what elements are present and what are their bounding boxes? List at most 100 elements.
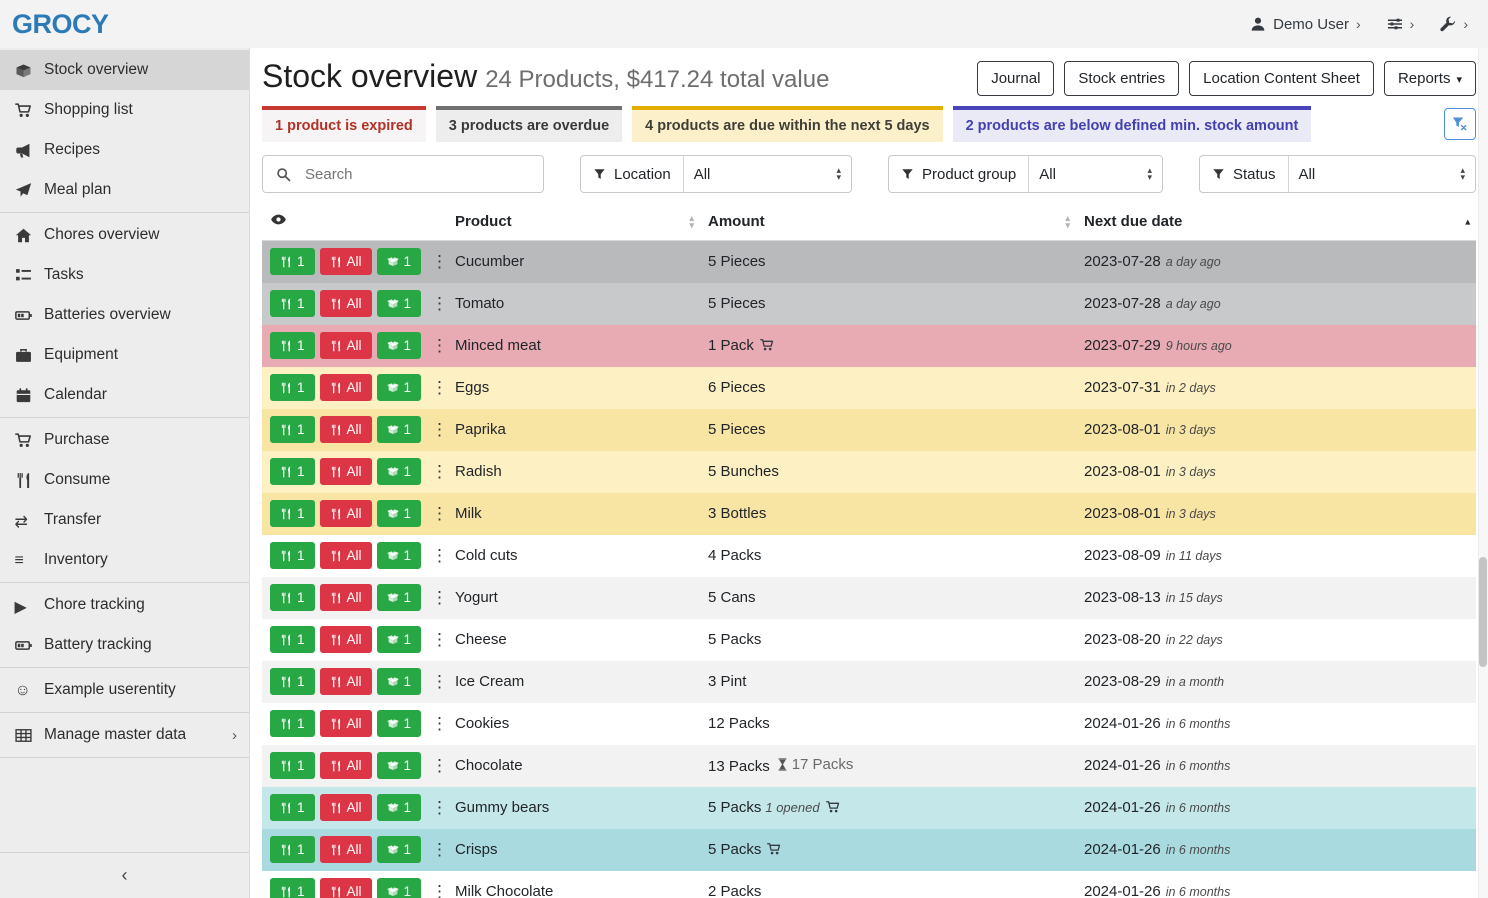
sidebar-item-calendar[interactable]: Calendar [0,375,249,415]
status-select[interactable]: All ▴▾ [1289,156,1475,192]
open-one-button[interactable]: 1 [377,584,422,611]
open-one-button[interactable]: 1 [377,626,422,653]
consume-all-button[interactable]: All [320,458,372,485]
clear-filters-button[interactable] [1444,108,1476,140]
scrollbar-track[interactable] [1478,48,1488,898]
consume-one-button[interactable]: 1 [270,458,315,485]
open-one-button[interactable]: 1 [377,458,422,485]
consume-all-button[interactable]: All [320,290,372,317]
search-input[interactable] [303,166,543,183]
sidebar-item-example-userentity[interactable]: ☺Example userentity [0,670,249,710]
open-one-button[interactable]: 1 [377,416,422,443]
eye-icon[interactable] [270,211,287,228]
open-one-button[interactable]: 1 [377,332,422,359]
sidebar-item-manage-master-data[interactable]: Manage master data› [0,715,249,755]
product-name[interactable]: Crisps [447,829,700,871]
row-menu-button[interactable]: ⋮ [426,631,453,648]
row-menu-button[interactable]: ⋮ [426,295,453,312]
status-banner-due-soon[interactable]: 4 products are due within the next 5 day… [632,106,942,142]
consume-all-button[interactable]: All [320,752,372,779]
row-menu-button[interactable]: ⋮ [426,337,453,354]
consume-all-button[interactable]: All [320,248,372,275]
row-menu-button[interactable]: ⋮ [426,757,453,774]
column-header-product[interactable]: Product ▴▾ [447,203,700,241]
reports-dropdown[interactable]: Reports▾ [1384,61,1476,96]
sidebar-item-tasks[interactable]: Tasks [0,255,249,295]
consume-all-button[interactable]: All [320,542,372,569]
row-menu-button[interactable]: ⋮ [426,673,453,690]
row-menu-button[interactable]: ⋮ [426,841,453,858]
column-header-next-due-date[interactable]: Next due date ▴ [1076,203,1476,241]
sidebar-item-stock-overview[interactable]: Stock overview [0,50,249,90]
sidebar-item-battery-tracking[interactable]: Battery tracking [0,625,249,665]
sidebar-item-batteries-overview[interactable]: Batteries overview [0,295,249,335]
product-name[interactable]: Cookies [447,703,700,745]
consume-one-button[interactable]: 1 [270,500,315,527]
product-group-select[interactable]: All ▴▾ [1029,156,1162,192]
consume-all-button[interactable]: All [320,500,372,527]
location-content-sheet-button[interactable]: Location Content Sheet [1189,61,1374,96]
product-name[interactable]: Minced meat [447,325,700,367]
consume-all-button[interactable]: All [320,332,372,359]
consume-all-button[interactable]: All [320,878,372,898]
open-one-button[interactable]: 1 [377,836,422,863]
product-name[interactable]: Milk [447,493,700,535]
consume-all-button[interactable]: All [320,668,372,695]
consume-all-button[interactable]: All [320,710,372,737]
sidebar-item-transfer[interactable]: ⇄Transfer [0,500,249,540]
open-one-button[interactable]: 1 [377,878,422,898]
status-banner-overdue[interactable]: 3 products are overdue [436,106,622,142]
product-name[interactable]: Chocolate [447,745,700,787]
product-name[interactable]: Cucumber [447,241,700,283]
product-name[interactable]: Gummy bears [447,787,700,829]
product-name[interactable]: Paprika [447,409,700,451]
open-one-button[interactable]: 1 [377,542,422,569]
consume-all-button[interactable]: All [320,416,372,443]
product-name[interactable]: Ice Cream [447,661,700,703]
row-menu-button[interactable]: ⋮ [426,715,453,732]
consume-one-button[interactable]: 1 [270,878,315,898]
column-header-amount[interactable]: Amount ▴▾ [700,203,1076,241]
consume-one-button[interactable]: 1 [270,542,315,569]
sidebar-item-purchase[interactable]: Purchase [0,420,249,460]
consume-all-button[interactable]: All [320,374,372,401]
open-one-button[interactable]: 1 [377,794,422,821]
journal-button[interactable]: Journal [977,61,1054,96]
product-name[interactable]: Cold cuts [447,535,700,577]
sidebar-item-meal-plan[interactable]: Meal plan [0,170,249,210]
consume-all-button[interactable]: All [320,584,372,611]
row-menu-button[interactable]: ⋮ [426,463,453,480]
row-menu-button[interactable]: ⋮ [426,547,453,564]
sidebar-item-consume[interactable]: Consume [0,460,249,500]
row-menu-button[interactable]: ⋮ [426,421,453,438]
sidebar-item-equipment[interactable]: Equipment [0,335,249,375]
product-name[interactable]: Milk Chocolate [447,871,700,898]
consume-one-button[interactable]: 1 [270,836,315,863]
consume-one-button[interactable]: 1 [270,794,315,821]
product-name[interactable]: Radish [447,451,700,493]
location-select[interactable]: All ▴▾ [684,156,851,192]
consume-one-button[interactable]: 1 [270,374,315,401]
open-one-button[interactable]: 1 [377,500,422,527]
sidebar-item-shopping-list[interactable]: Shopping list [0,90,249,130]
sidebar-item-chore-tracking[interactable]: ▶Chore tracking [0,585,249,625]
row-menu-button[interactable]: ⋮ [426,379,453,396]
product-name[interactable]: Yogurt [447,577,700,619]
open-one-button[interactable]: 1 [377,752,422,779]
grocy-logo[interactable]: GROCY [12,9,109,40]
row-menu-button[interactable]: ⋮ [426,505,453,522]
status-banner-below-min[interactable]: 2 products are below defined min. stock … [953,106,1312,142]
sidebar-collapse-button[interactable]: ‹ [0,852,249,898]
open-one-button[interactable]: 1 [377,248,422,275]
consume-one-button[interactable]: 1 [270,668,315,695]
consume-all-button[interactable]: All [320,626,372,653]
open-one-button[interactable]: 1 [377,374,422,401]
open-one-button[interactable]: 1 [377,668,422,695]
open-one-button[interactable]: 1 [377,290,422,317]
consume-one-button[interactable]: 1 [270,332,315,359]
row-menu-button[interactable]: ⋮ [426,799,453,816]
consume-one-button[interactable]: 1 [270,710,315,737]
consume-one-button[interactable]: 1 [270,248,315,275]
product-name[interactable]: Eggs [447,367,700,409]
consume-one-button[interactable]: 1 [270,626,315,653]
